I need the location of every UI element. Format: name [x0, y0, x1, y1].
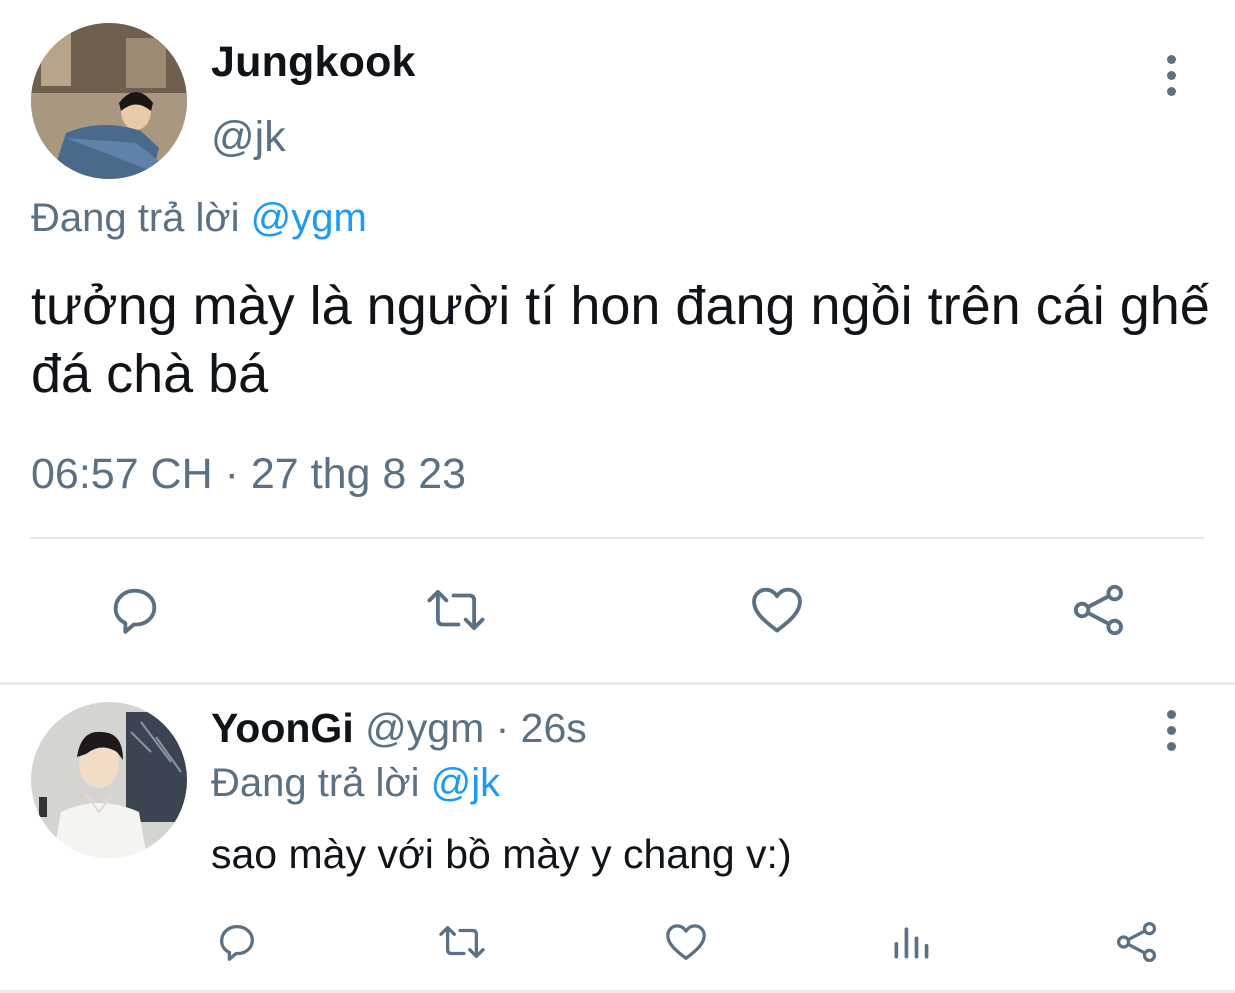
replying-to-prefix: Đang trả lời [211, 761, 420, 805]
divider [30, 537, 1204, 539]
reply-tweet[interactable]: YoonGi @ygm · 26s Đang trả lời @jk sao m… [0, 685, 1235, 993]
like-icon[interactable] [661, 917, 711, 967]
author-display-name[interactable]: Jungkook [211, 38, 416, 87]
tweet-time[interactable]: · 26s [496, 705, 587, 751]
retweet-icon[interactable] [423, 580, 489, 640]
tweet-text: tưởng mày là người tí hon đang ngồi trên… [31, 276, 1210, 404]
author-display-name[interactable]: YoonGi [211, 705, 354, 751]
avatar[interactable] [31, 702, 187, 858]
more-options-icon[interactable] [1156, 50, 1186, 100]
replying-to-mention[interactable]: @jk [431, 761, 501, 805]
main-tweet: Jungkook @jk Đang trả lời @ygm tưởng mày… [0, 0, 1235, 682]
analytics-icon[interactable] [888, 917, 934, 967]
retweet-icon[interactable] [435, 917, 489, 967]
more-options-icon[interactable] [1156, 705, 1186, 755]
tweet-timestamp[interactable]: 06:57 CH · 27 thg 8 23 [31, 450, 466, 499]
like-icon[interactable] [746, 580, 808, 640]
reply-icon[interactable] [213, 917, 261, 967]
replying-to: Đang trả lời @jk [211, 761, 500, 806]
reply-header: YoonGi @ygm · 26s [211, 705, 587, 752]
reply-icon[interactable] [105, 580, 165, 640]
avatar[interactable] [31, 23, 187, 179]
author-handle[interactable]: @jk [211, 113, 286, 162]
share-icon[interactable] [1113, 917, 1161, 967]
replying-to-mention[interactable]: @ygm [251, 196, 367, 240]
author-handle[interactable]: @ygm [365, 705, 484, 751]
replying-to: Đang trả lời @ygm [31, 196, 367, 241]
tweet-text: sao mày với bồ mày y chang v:) [211, 831, 792, 877]
replying-to-prefix: Đang trả lời [31, 196, 240, 240]
share-icon[interactable] [1068, 580, 1130, 640]
